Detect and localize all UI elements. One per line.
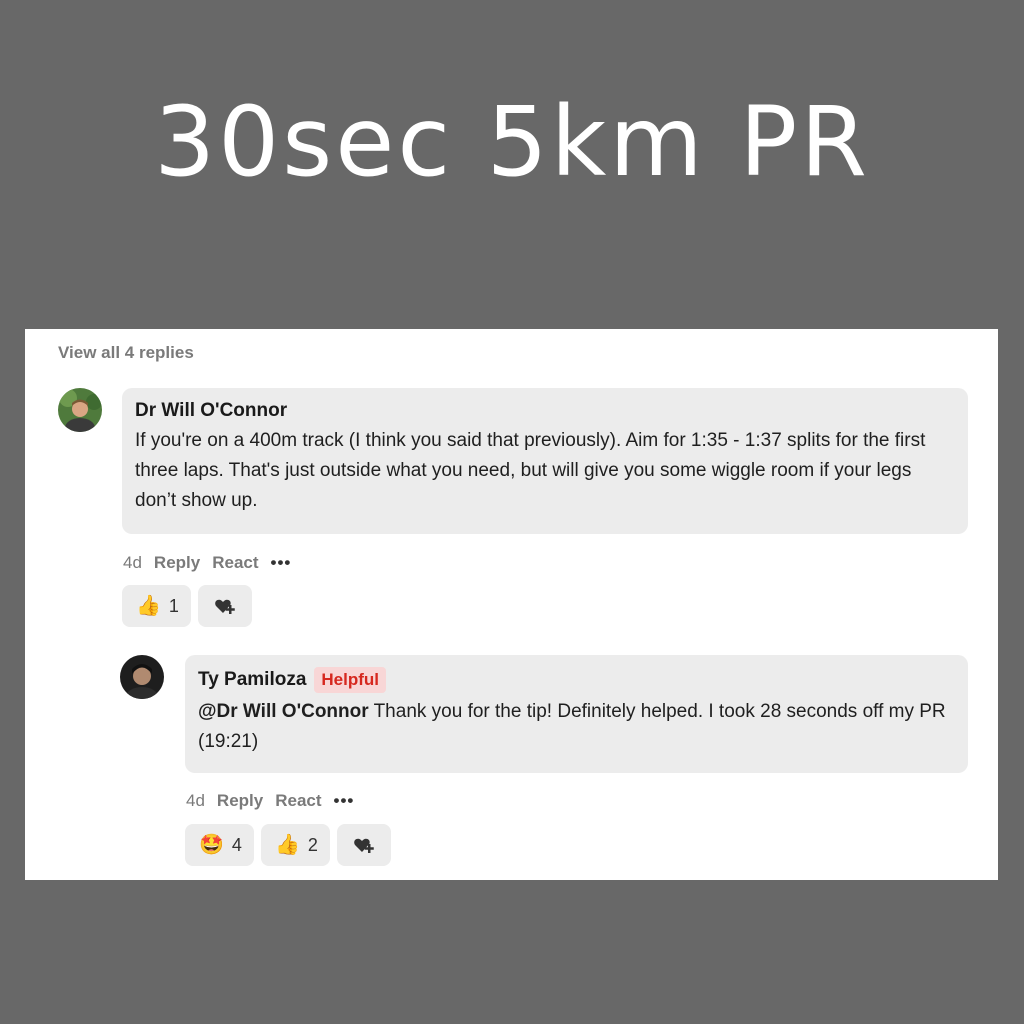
comment-timestamp: 4d	[186, 791, 205, 810]
comment-bubble-1: Dr Will O'Connor If you're on a 400m tra…	[122, 388, 968, 534]
helpful-badge: Helpful	[314, 667, 387, 693]
reaction-count: 1	[168, 595, 179, 616]
thumbs-up-icon: 👍	[136, 595, 161, 617]
reactions-2: 🤩 4 👍 2	[185, 824, 391, 866]
avatar-dr-will[interactable]	[58, 388, 102, 432]
comment-text: If you're on a 400m track (I think you s…	[135, 430, 926, 511]
more-options-icon[interactable]: •••	[271, 553, 292, 573]
add-reaction-button[interactable]	[337, 824, 391, 866]
thumbs-up-icon: 👍	[275, 834, 300, 856]
avatar-ty-pamiloza[interactable]	[120, 655, 164, 699]
heart-plus-icon	[215, 599, 235, 614]
comment-author[interactable]: Ty Pamiloza	[198, 669, 306, 691]
reaction-star-struck[interactable]: 🤩 4	[185, 824, 254, 866]
reaction-thumbs-up[interactable]: 👍 1	[122, 585, 191, 627]
star-struck-icon: 🤩	[199, 834, 224, 856]
mention-link[interactable]: @Dr Will O'Connor	[198, 701, 369, 722]
add-reaction-button[interactable]	[198, 585, 252, 627]
headline: 30sec 5km PR	[154, 86, 870, 198]
view-all-replies-link[interactable]: View all 4 replies	[58, 343, 194, 363]
reactions-1: 👍 1	[122, 585, 252, 627]
comment-actions-2: 4d Reply React •••	[186, 791, 354, 811]
comment-thread-card: View all 4 replies Dr Will O'Connor If y…	[25, 329, 998, 880]
comment-text: @Dr Will O'Connor Thank you for the tip!…	[198, 697, 955, 757]
comment-bubble-2: Ty Pamiloza Helpful @Dr Will O'Connor Th…	[185, 655, 968, 773]
comment-timestamp: 4d	[123, 553, 142, 572]
reaction-count: 2	[307, 834, 318, 855]
reaction-count: 4	[231, 834, 242, 855]
heart-plus-icon	[354, 838, 374, 853]
more-options-icon[interactable]: •••	[334, 791, 355, 811]
reply-button[interactable]: Reply	[217, 791, 263, 811]
comment-actions-1: 4d Reply React •••	[123, 553, 291, 573]
react-button[interactable]: React	[275, 791, 321, 811]
comment-author[interactable]: Dr Will O'Connor	[135, 400, 287, 422]
reply-button[interactable]: Reply	[154, 553, 200, 573]
react-button[interactable]: React	[212, 553, 258, 573]
reaction-thumbs-up[interactable]: 👍 2	[261, 824, 330, 866]
